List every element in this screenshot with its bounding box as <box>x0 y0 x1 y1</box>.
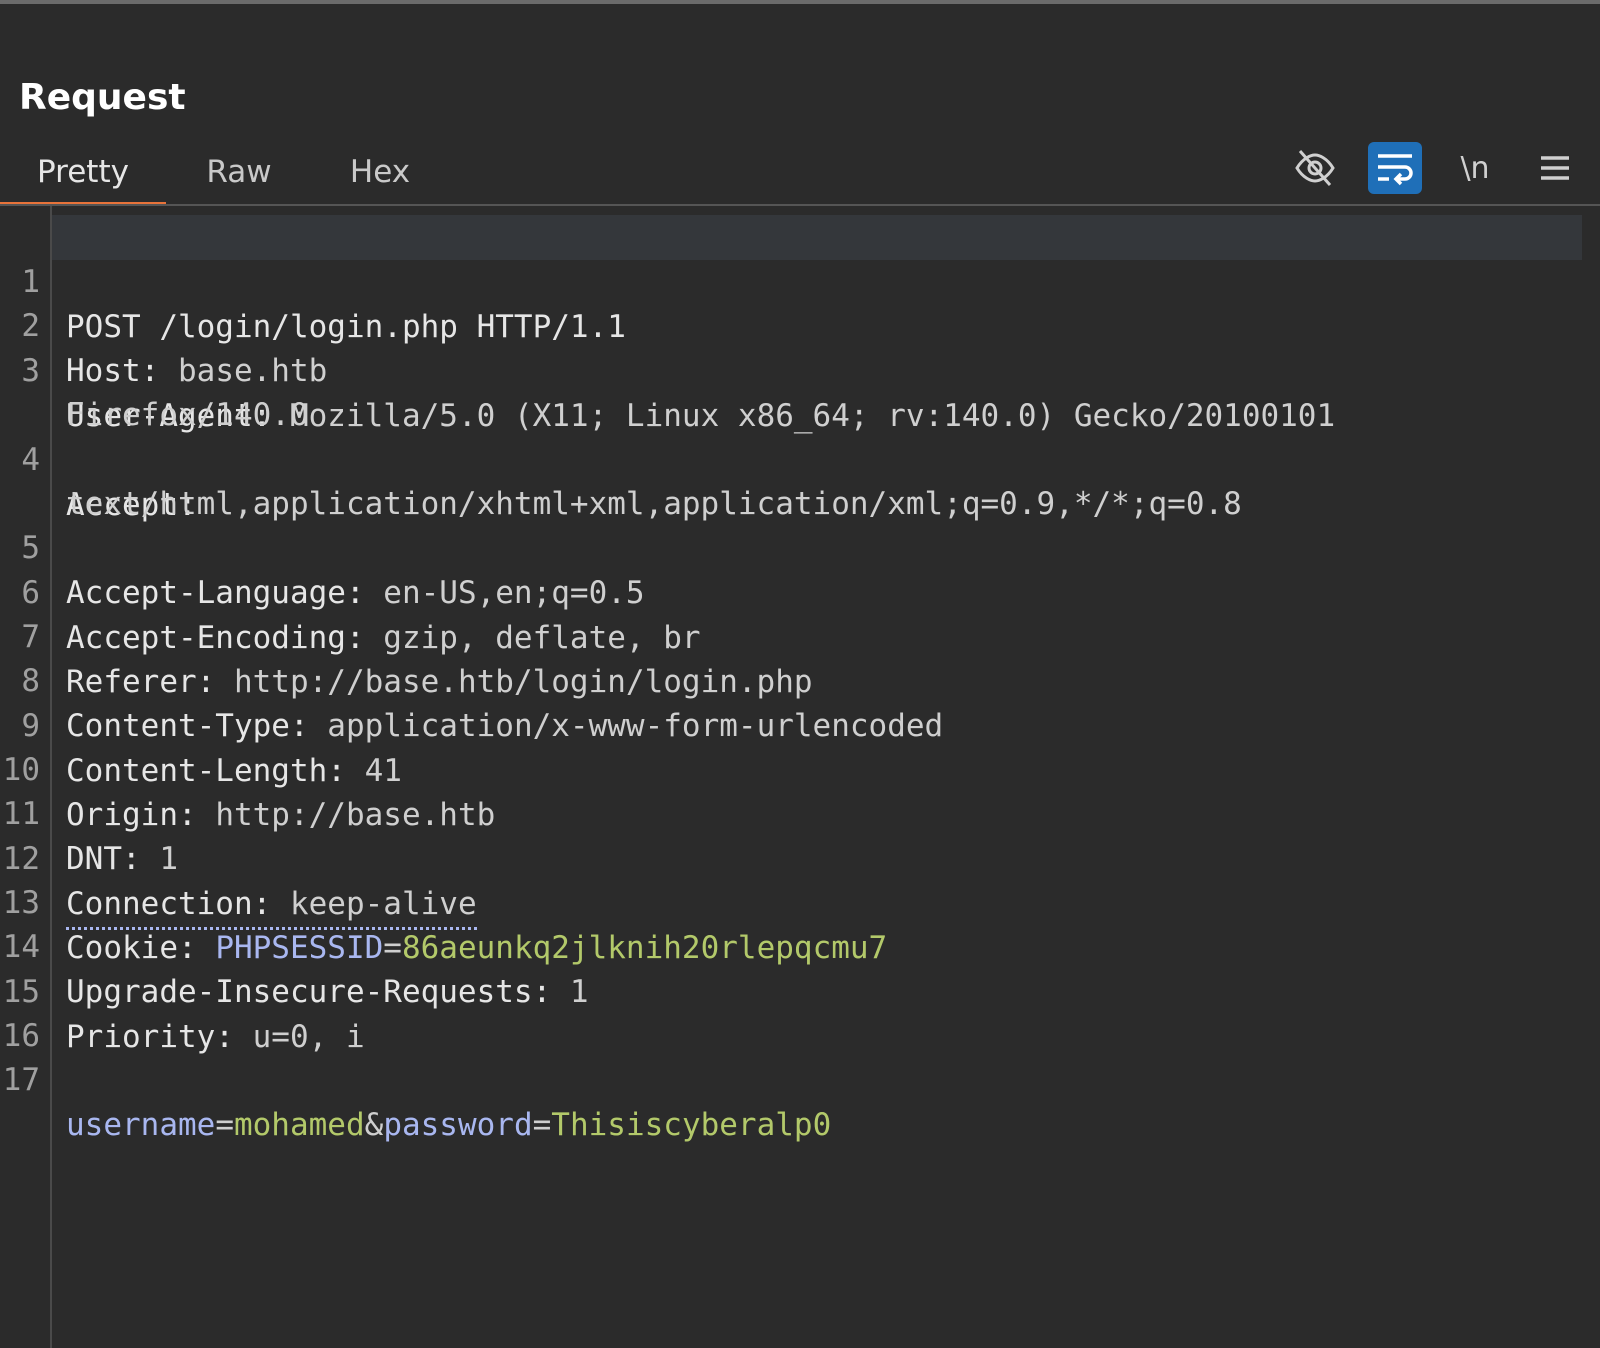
cookie-equals: = <box>383 930 402 966</box>
header-value: 41 <box>345 753 402 789</box>
window-top-border <box>0 0 1600 4</box>
line-number: 17 <box>2 1062 40 1098</box>
word-wrap-toggle[interactable] <box>1368 142 1422 194</box>
code-line: 12 Connection: keep-alive <box>0 792 477 930</box>
header-name: Origin: <box>66 797 197 833</box>
header-name: Priority: <box>66 1019 234 1055</box>
connection-header-warning[interactable]: Connection: keep-alive <box>66 882 477 930</box>
header-value-continued: Firefox/140.0 <box>66 397 309 433</box>
code-line: 11 DNT: 1 <box>0 747 178 877</box>
current-line-highlight <box>52 215 1582 260</box>
header-name: Connection: <box>66 886 272 922</box>
header-name: Accept-Encoding: <box>66 620 365 656</box>
code-line: 6 Accept-Encoding: gzip, deflate, br <box>0 526 700 656</box>
tab-pretty-label: Pretty <box>37 154 129 190</box>
code-line-wrap: Firefox/140.0 <box>0 348 309 433</box>
param-value: Thisiscyberalp0 <box>551 1107 832 1143</box>
code-line: 8 Content-Type: application/x-www-form-u… <box>0 614 943 744</box>
hide-nonprintable-button[interactable] <box>1288 142 1342 194</box>
cookie-name: PHPSESSID <box>196 930 384 966</box>
show-newlines-button[interactable]: \n <box>1448 142 1502 194</box>
code-line: 4 Accept: <box>0 393 196 523</box>
header-value: gzip, deflate, br <box>364 620 701 656</box>
newline-label: \n <box>1460 150 1490 186</box>
tab-pretty[interactable]: Pretty <box>0 140 166 206</box>
param-name: username <box>66 1107 216 1143</box>
request-editor[interactable]: 1 POST /login/login.php HTTP/1.1 2 Host:… <box>0 206 1600 1348</box>
code-line: 1 POST /login/login.php HTTP/1.1 <box>0 215 626 345</box>
menu-button[interactable] <box>1528 142 1582 194</box>
header-value: base.htb <box>159 353 328 389</box>
param-equals: = <box>532 1107 552 1143</box>
header-name: Accept-Language: <box>66 575 365 611</box>
header-value: application/x-www-form-urlencoded <box>308 708 944 744</box>
header-value: Mozilla/5.0 (X11; Linux x86_64; rv:140.0… <box>271 398 1336 434</box>
header-name: DNT: <box>66 841 141 877</box>
word-wrap-icon <box>1378 154 1413 186</box>
header-value: http://base.htb <box>196 797 496 833</box>
code-line: 14 Upgrade-Insecure-Requests: 1 <box>0 880 589 1010</box>
eye-off-icon <box>1295 150 1335 186</box>
param-separator: & <box>364 1107 384 1143</box>
tab-raw[interactable]: Raw <box>192 140 286 202</box>
code-line: 13 Cookie: PHPSESSID=86aeunkq2jlknih20rl… <box>0 836 888 966</box>
header-name: Upgrade-Insecure-Requests: <box>66 974 552 1010</box>
header-name: Content-Type: <box>66 708 309 744</box>
header-value: 1 <box>140 841 178 877</box>
code-line: 16 <box>0 969 75 1054</box>
panel-title: Request <box>19 77 186 118</box>
header-value: keep-alive <box>271 886 477 922</box>
code-line: 7 Referer: http://base.htb/login/login.p… <box>0 570 812 700</box>
header-name: Cookie: <box>66 930 197 966</box>
code-line: 9 Content-Length: 41 <box>0 659 402 789</box>
header-name: Content-Length: <box>66 753 346 789</box>
code-line: 5 Accept-Language: en-US,en;q=0.5 <box>0 481 644 611</box>
header-value: en-US,en;q=0.5 <box>364 575 645 611</box>
hamburger-menu-icon <box>1541 156 1569 180</box>
tab-raw-label: Raw <box>206 154 272 190</box>
header-value: 1 <box>551 974 589 1010</box>
param-value: mohamed <box>233 1107 365 1143</box>
code-line: 17 username=mohamed&password=Thisiscyber… <box>0 1013 832 1143</box>
code-line: 15 Priority: u=0, i <box>0 925 365 1055</box>
code-line-wrap: text/html,application/xhtml+xml,applicat… <box>0 437 1242 522</box>
header-name: Host: <box>66 353 160 389</box>
param-name: password <box>383 1107 533 1143</box>
tab-hex[interactable]: Hex <box>336 140 424 202</box>
header-value: http://base.htb/login/login.php <box>215 664 813 700</box>
header-name: Referer: <box>66 664 216 700</box>
request-line: POST /login/login.php HTTP/1.1 <box>66 309 626 345</box>
code-line: 10 Origin: http://base.htb <box>0 703 496 833</box>
code-line: 2 Host: base.htb <box>0 259 327 389</box>
param-equals: = <box>215 1107 234 1143</box>
header-value: u=0, i <box>233 1019 365 1055</box>
header-value-continued: text/html,application/xhtml+xml,applicat… <box>66 486 1242 522</box>
code-line: 3 User-Agent: Mozilla/5.0 (X11; Linux x8… <box>0 304 1335 434</box>
view-tabs: Pretty Raw Hex <box>0 140 1600 206</box>
tab-hex-label: Hex <box>349 154 411 190</box>
cookie-value: 86aeunkq2jlknih20rlepqcmu7 <box>401 930 888 966</box>
